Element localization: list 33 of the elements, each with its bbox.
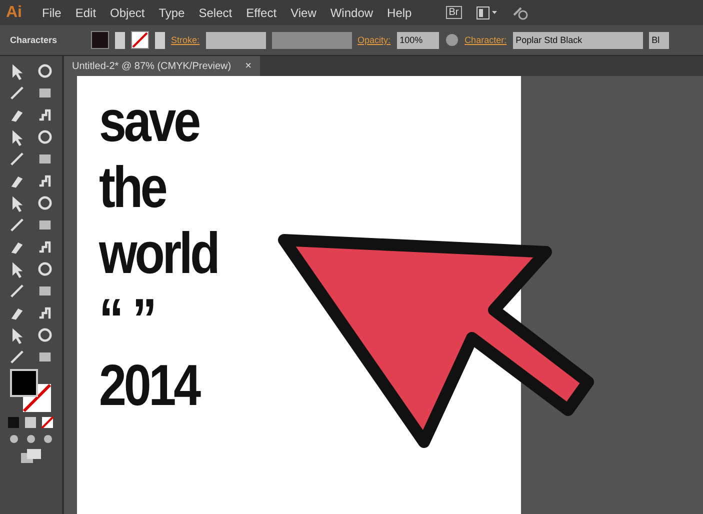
character-label[interactable]: Character: bbox=[464, 35, 507, 45]
stroke-label[interactable]: Stroke: bbox=[171, 35, 200, 45]
menu-item[interactable]: Object bbox=[110, 6, 145, 20]
font-field[interactable]: Poplar Std Black bbox=[512, 32, 643, 48]
artboard-text: “ ” bbox=[99, 288, 154, 352]
menu-item[interactable]: Effect bbox=[246, 6, 277, 20]
menu-item[interactable]: Help bbox=[387, 6, 412, 20]
font-style-field[interactable]: Bl bbox=[648, 32, 669, 48]
opacity-label[interactable]: Opacity: bbox=[358, 35, 391, 45]
document-tab[interactable]: Untitled-2* @ 87% (CMYK/Preview) × bbox=[64, 56, 260, 76]
color-mode-icon[interactable] bbox=[6, 416, 56, 430]
menu-item[interactable]: File bbox=[42, 6, 62, 20]
stroke-weight-field[interactable] bbox=[206, 32, 266, 48]
menu-item[interactable]: Select bbox=[198, 6, 232, 20]
artboard-text: world bbox=[99, 222, 218, 286]
panel-label: Characters bbox=[10, 35, 58, 45]
menu-item[interactable]: Type bbox=[158, 6, 185, 20]
bridge-button[interactable]: Br bbox=[446, 6, 462, 19]
app-logo: Ai bbox=[6, 4, 22, 22]
menu-item[interactable]: Edit bbox=[75, 6, 96, 20]
stroke-none-swatch[interactable] bbox=[131, 31, 150, 49]
artboard-text: the bbox=[99, 156, 166, 220]
variable-width-field[interactable] bbox=[272, 32, 352, 48]
fill-swatch[interactable] bbox=[91, 31, 110, 49]
menu-item[interactable]: View bbox=[290, 6, 316, 20]
workspace-layout-icon[interactable] bbox=[476, 6, 498, 20]
close-tab-button[interactable]: × bbox=[245, 60, 252, 72]
artboard-text: save bbox=[99, 90, 198, 154]
artboard-text: 2014 bbox=[99, 354, 198, 418]
fill-stroke-swatches-icon[interactable] bbox=[9, 368, 53, 414]
opacity-field[interactable]: 100% bbox=[396, 32, 439, 48]
screen-mode-icon[interactable] bbox=[19, 448, 43, 466]
menu-item[interactable]: Window bbox=[330, 6, 374, 20]
